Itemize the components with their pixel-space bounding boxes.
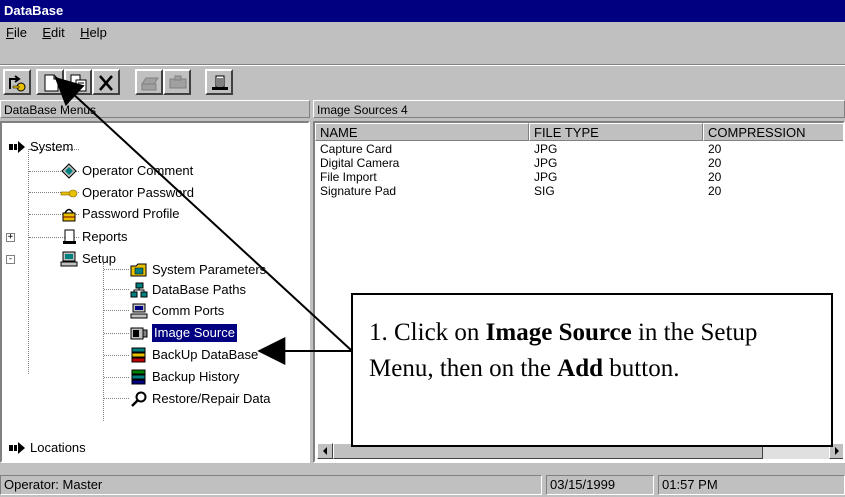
tree-item-label: Reports: [82, 229, 128, 244]
scanner-icon: [169, 75, 187, 89]
arrow-right-icon: [9, 141, 25, 153]
menu-file[interactable]: File: [6, 25, 27, 40]
cell-file-type: SIG: [534, 184, 555, 198]
tree-item-label: Restore/Repair Data: [152, 391, 271, 406]
copy-button[interactable]: [64, 69, 92, 95]
print-button[interactable]: [135, 69, 163, 95]
cell-file-type: JPG: [534, 142, 558, 156]
comment-icon: [61, 163, 77, 179]
history-icon: [131, 369, 146, 385]
cell-compression: 20: [708, 170, 722, 184]
report-button[interactable]: [205, 69, 233, 95]
key-exit-icon: [9, 75, 26, 92]
tree-view[interactable]: + - System Operator Comment Operator Pas…: [0, 121, 310, 463]
tree-item-label: Comm Ports: [152, 303, 225, 318]
folder-settings-icon: [130, 263, 147, 277]
status-bar: Operator: Master 03/15/1999 01:57 PM: [0, 472, 845, 497]
arrow-right-icon: [9, 442, 25, 454]
instruction-callout: 1. Click on Image Source in the Setup Me…: [351, 293, 833, 447]
callout-bold-add: Add: [557, 355, 604, 382]
computer-icon: [60, 251, 78, 267]
tree-line: [28, 149, 29, 374]
column-header-name[interactable]: NAME: [315, 123, 529, 141]
setup-collapse-toggle[interactable]: -: [6, 255, 15, 264]
tree-item-label: Operator Password: [82, 185, 194, 200]
tree-item-label: DataBase Paths: [152, 282, 246, 297]
key-icon: [60, 189, 78, 198]
cell-file-type: JPG: [534, 170, 558, 184]
reports-icon: [63, 229, 76, 244]
camera-icon: [130, 327, 148, 340]
status-time: 01:57 PM: [658, 475, 845, 495]
copy-icon: [70, 74, 87, 92]
lock-profile-icon: [62, 208, 76, 222]
tree-line: [104, 269, 129, 270]
reports-expand-toggle[interactable]: +: [6, 233, 15, 242]
menu-edit[interactable]: Edit: [42, 25, 64, 40]
column-header-file-type[interactable]: FILE TYPE: [529, 123, 703, 141]
menu-edit-accel: E: [42, 25, 51, 40]
callout-text: 1. Click on: [369, 319, 486, 346]
tree-item-label: Password Profile: [82, 206, 180, 221]
menu-help[interactable]: Help: [80, 25, 107, 40]
scan-button[interactable]: [163, 69, 191, 95]
tree-item-label: Backup History: [152, 369, 240, 384]
tree-item-label: System: [30, 139, 74, 154]
cell-name: Digital Camera: [320, 156, 400, 170]
scroll-left-button[interactable]: [317, 443, 333, 459]
tree-line: [104, 289, 129, 290]
tree-line: [104, 398, 129, 399]
callout-bold-image-source: Image Source: [485, 319, 632, 346]
tree-item-label: Setup: [82, 251, 116, 266]
status-date: 03/15/1999: [546, 475, 654, 495]
delete-button[interactable]: [92, 69, 120, 95]
cell-compression: 20: [708, 184, 722, 198]
toolbar: [0, 66, 845, 98]
cell-name: File Import: [320, 170, 377, 184]
scroll-left-arrow-icon: [323, 447, 327, 455]
tree-line: [104, 333, 129, 334]
column-header-compression[interactable]: COMPRESSION: [703, 123, 843, 141]
menu-file-rest: ile: [13, 25, 27, 40]
tree-item-label: BackUp DataBase: [152, 347, 259, 362]
add-button[interactable]: [36, 69, 64, 95]
tree-item-label: Operator Comment: [82, 163, 194, 178]
status-operator: Operator: Master: [0, 475, 542, 495]
cell-name: Signature Pad: [320, 184, 397, 198]
window-title: DataBase: [0, 0, 845, 22]
tree-item-label: Locations: [30, 440, 86, 455]
callout-text: button.: [603, 355, 680, 382]
network-icon: [130, 282, 148, 298]
repair-icon: [131, 391, 147, 407]
cell-file-type: JPG: [534, 156, 558, 170]
menu-bar: File Edit Help: [0, 22, 845, 44]
tree-item-label: System Parameters: [152, 262, 267, 277]
tree-line: [104, 310, 129, 311]
cell-compression: 20: [708, 156, 722, 170]
menu-edit-rest: dit: [50, 25, 65, 40]
exit-button[interactable]: [3, 69, 31, 95]
menu-file-accel: F: [6, 25, 14, 40]
menu-help-rest: elp: [89, 25, 107, 40]
backup-icon: [131, 347, 146, 363]
tree-item-label-selected: Image Source: [152, 324, 237, 342]
tree-header: DataBase Menus: [0, 100, 310, 118]
printer-icon: [141, 77, 159, 91]
cell-name: Capture Card: [320, 142, 393, 156]
list-header: Image Sources 4: [313, 100, 845, 118]
cell-compression: 20: [708, 142, 722, 156]
tree-line: [104, 377, 129, 378]
new-document-icon: [44, 74, 59, 92]
delete-x-icon: [99, 75, 113, 91]
report-icon: [212, 75, 228, 90]
port-icon: [130, 303, 148, 319]
tree-line: [104, 355, 129, 356]
